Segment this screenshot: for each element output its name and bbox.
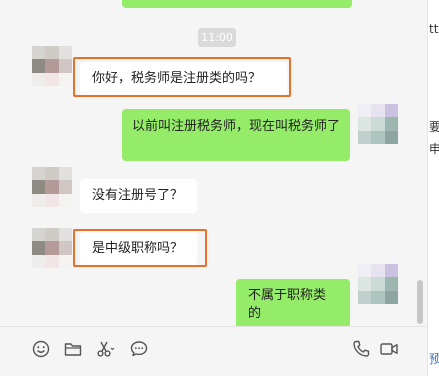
avatar-self [358,264,398,304]
message-outgoing-1[interactable]: 以前叫注册税务师，现在叫税务师了 [122,109,350,161]
message-bubble-partial [122,0,352,8]
side-text: 预 [429,350,439,367]
video-icon[interactable] [379,339,399,359]
highlight-box [73,229,207,267]
side-text: tt [429,22,439,36]
folder-icon[interactable] [63,339,83,359]
scrollbar-thumb[interactable] [417,280,423,324]
chat-panel: 11:00 你好，税务师是注册类的吗？ 以前叫注册税务师，现在叫税务师了 没有注… [0,0,427,326]
emoji-icon[interactable] [31,339,51,359]
phone-icon[interactable] [351,339,371,359]
message-outgoing-2[interactable]: 不属于职称类的 [236,279,350,326]
chat-history-icon[interactable] [129,339,149,359]
side-text: 要 [429,118,439,135]
scissors-icon[interactable] [95,339,115,359]
input-toolbar [0,326,427,376]
time-divider: 11:00 [198,28,236,47]
side-panel-fragment: tt 要 申 预 [427,0,439,376]
side-text: 申 [429,140,439,157]
avatar-contact [32,46,72,86]
message-incoming-2[interactable]: 没有注册号了？ [80,179,197,213]
avatar-contact [32,228,72,268]
avatar-self [358,104,398,144]
avatar-contact [32,167,72,207]
highlight-box [73,57,291,97]
